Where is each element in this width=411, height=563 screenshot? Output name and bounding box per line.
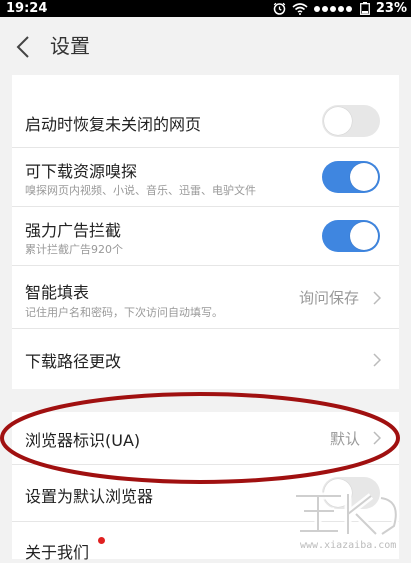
setting-smart-fill[interactable]: 智能填表 记住用户名和密码，下次访问自动填写。 询问保存: [12, 266, 399, 329]
toggle-knob: [350, 163, 378, 191]
setting-title: 浏览器标识(UA): [25, 431, 141, 450]
signal-icon: [313, 5, 352, 12]
restore-pages-toggle[interactable]: [322, 105, 380, 137]
alarm-icon: [273, 2, 286, 15]
status-bar: 19:24 23%: [0, 0, 411, 17]
setting-title: 启动时恢复未关闭的网页: [25, 115, 202, 134]
setting-subtitle: 累计拦截广告920个: [25, 243, 123, 256]
toggle-knob: [324, 107, 352, 135]
title-bar: 设置: [0, 17, 411, 75]
wifi-icon: [292, 2, 308, 15]
setting-value: 询问保存: [299, 289, 360, 307]
new-badge-dot: [98, 537, 105, 544]
status-time: 19:24: [6, 1, 48, 16]
page-title: 设置: [50, 34, 90, 58]
watermark-url: www.xiazaiba.com: [300, 540, 397, 551]
settings-card-general: 启动时恢复未关闭的网页 可下载资源嗅探 嗅探网页内视频、小说、音乐、迅雷、电驴文…: [12, 75, 399, 389]
setting-subtitle: 记住用户名和密码，下次访问自动填写。: [25, 306, 223, 319]
setting-ad-block[interactable]: 强力广告拦截 累计拦截广告920个: [12, 207, 399, 266]
setting-user-agent[interactable]: 浏览器标识(UA) 默认: [12, 412, 399, 465]
back-arrow-icon[interactable]: [14, 36, 34, 58]
setting-download-path[interactable]: 下载路径更改: [12, 329, 399, 387]
setting-title: 强力广告拦截: [25, 221, 122, 240]
setting-resource-sniff[interactable]: 可下载资源嗅探 嗅探网页内视频、小说、音乐、迅雷、电驴文件: [12, 148, 399, 207]
toggle-knob: [350, 222, 378, 250]
setting-title: 可下载资源嗅探: [25, 162, 138, 181]
chevron-right-icon: [373, 291, 381, 305]
resource-sniff-toggle[interactable]: [322, 161, 380, 193]
setting-title: 下载路径更改: [25, 352, 122, 371]
chevron-right-icon: [373, 431, 381, 445]
setting-subtitle: 嗅探网页内视频、小说、音乐、迅雷、电驴文件: [25, 184, 256, 197]
battery-icon: [359, 2, 370, 15]
battery-percent: 23%: [375, 1, 407, 16]
setting-value: 默认: [330, 430, 361, 448]
chevron-right-icon: [373, 353, 381, 367]
setting-title: 智能填表: [25, 283, 90, 302]
setting-restore-pages[interactable]: 启动时恢复未关闭的网页: [12, 95, 399, 148]
setting-title: 设置为默认浏览器: [25, 487, 154, 506]
setting-title: 关于我们: [25, 543, 90, 562]
ad-block-toggle[interactable]: [322, 220, 380, 252]
